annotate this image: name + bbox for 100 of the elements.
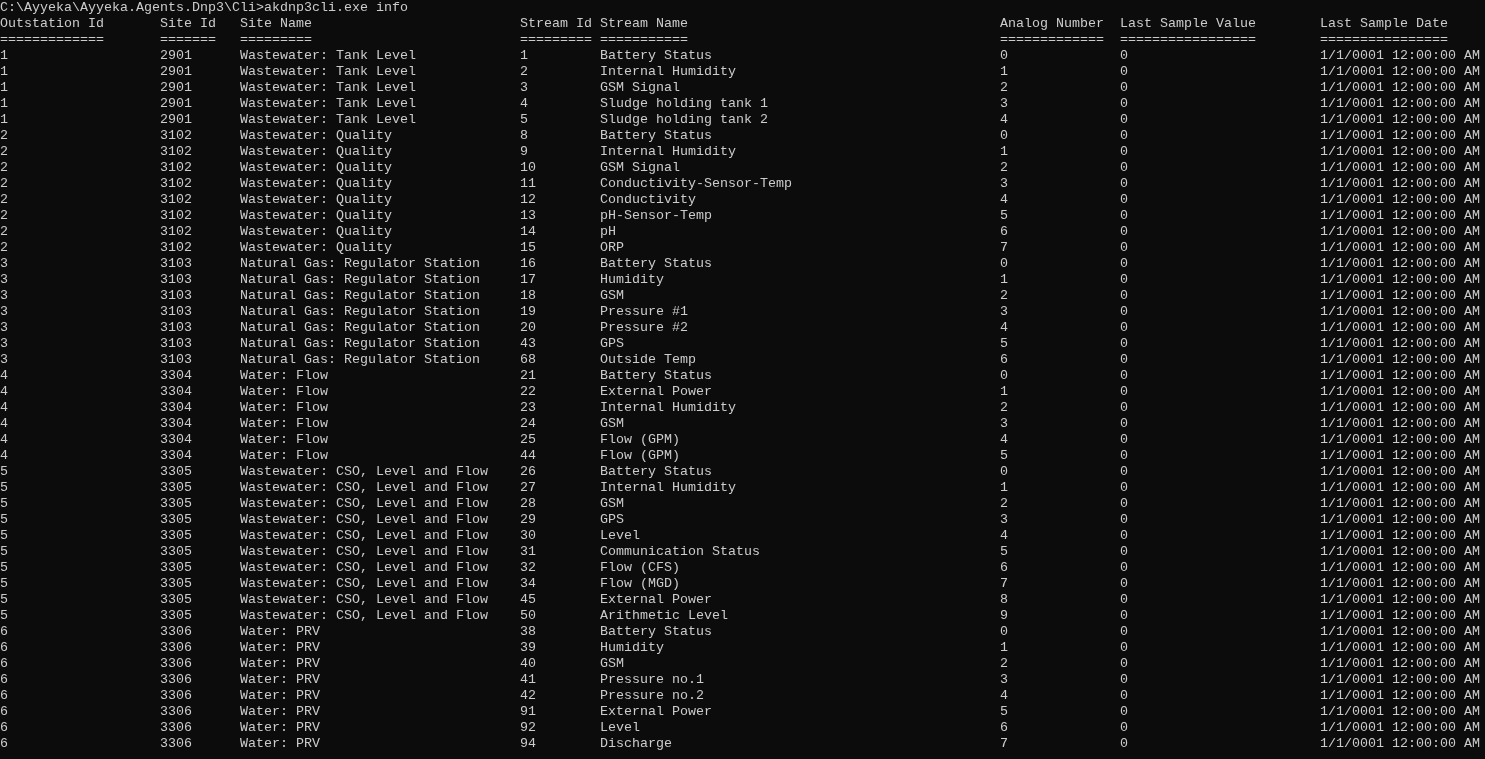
table-cell: 34 [520,576,536,591]
table-cell: 5 [1000,544,1008,559]
table-cell: 0 [1120,384,1128,399]
table-cell: Water: Flow [240,432,328,447]
table-cell: 0 [1120,624,1128,639]
table-cell: 40 [520,656,536,671]
table-cell: 7 [1000,736,1008,751]
table-cell: Conductivity-Sensor-Temp [600,176,792,191]
table-cell: 1/1/0001 12:00:00 AM [1320,320,1480,335]
table-cell: 0 [1120,560,1128,575]
table-cell: Wastewater: Quality [240,208,392,223]
table-cell: 3305 [160,608,192,623]
table-cell: 1/1/0001 12:00:00 AM [1320,224,1480,239]
table-cell: Level [600,720,640,735]
table-cell: Humidity [600,640,664,655]
table-cell: Wastewater: Tank Level [240,48,416,63]
table-cell: 1 [520,48,528,63]
table-cell: 21 [520,368,536,383]
table-cell: 1 [0,80,8,95]
table-cell: 0 [1120,144,1128,159]
table-cell: 3304 [160,416,192,431]
table-cell: 28 [520,496,536,511]
table-cell: 3 [520,80,528,95]
column-header: Stream Id [520,16,592,31]
table-cell: 2 [0,208,8,223]
table-cell: 0 [1120,576,1128,591]
table-cell: 3 [0,272,8,287]
table-cell: GSM Signal [600,160,680,175]
table-cell: 6 [0,736,8,751]
table-cell: 0 [1120,256,1128,271]
table-cell: 1 [1000,480,1008,495]
table-cell: 0 [1120,608,1128,623]
table-cell: 3306 [160,624,192,639]
table-cell: 4 [1000,112,1008,127]
table-cell: Wastewater: Quality [240,144,392,159]
table-cell: 0 [1120,480,1128,495]
table-cell: External Power [600,384,712,399]
header-underline: ========= [240,32,312,47]
table-cell: Wastewater: Quality [240,240,392,255]
table-cell: 0 [1000,128,1008,143]
table-cell: Wastewater: CSO, Level and Flow [240,576,488,591]
table-cell: 1/1/0001 12:00:00 AM [1320,384,1480,399]
table-cell: 1/1/0001 12:00:00 AM [1320,624,1480,639]
table-cell: External Power [600,592,712,607]
table-cell: Water: PRV [240,624,320,639]
table-cell: 6 [0,688,8,703]
table-cell: 0 [1120,176,1128,191]
table-cell: 0 [1120,352,1128,367]
table-cell: Pressure #2 [600,320,688,335]
table-cell: Sludge holding tank 1 [600,96,768,111]
table-cell: 3102 [160,160,192,175]
table-cell: 2 [1000,80,1008,95]
table-cell: 19 [520,304,536,319]
table-cell: Water: PRV [240,720,320,735]
table-cell: 1/1/0001 12:00:00 AM [1320,288,1480,303]
table-cell: 3304 [160,400,192,415]
table-cell: 1/1/0001 12:00:00 AM [1320,144,1480,159]
table-cell: 3 [0,352,8,367]
table-cell: 9 [520,144,528,159]
table-cell: 1/1/0001 12:00:00 AM [1320,720,1480,735]
table-cell: 1/1/0001 12:00:00 AM [1320,160,1480,175]
table-cell: Internal Humidity [600,400,736,415]
table-cell: 5 [1000,704,1008,719]
table-cell: 2 [520,64,528,79]
table-cell: 2 [0,224,8,239]
column-header: Last Sample Date [1320,16,1448,31]
table-cell: pH-Sensor-Temp [600,208,712,223]
table-cell: 1/1/0001 12:00:00 AM [1320,640,1480,655]
table-cell: 3 [1000,416,1008,431]
table-cell: Water: PRV [240,688,320,703]
table-cell: 1 [1000,64,1008,79]
table-cell: 0 [1120,320,1128,335]
table-cell: 31 [520,544,536,559]
table-cell: 2 [0,128,8,143]
table-cell: 41 [520,672,536,687]
table-cell: Outside Temp [600,352,696,367]
header-underline: ================= [1120,32,1256,47]
column-header: Outstation Id [0,16,104,31]
table-cell: 6 [0,704,8,719]
table-cell: 2 [1000,288,1008,303]
table-cell: GSM [600,416,624,431]
table-cell: 0 [1120,64,1128,79]
table-cell: 12 [520,192,536,207]
table-cell: 2 [1000,496,1008,511]
table-cell: GSM Signal [600,80,680,95]
table-cell: 1/1/0001 12:00:00 AM [1320,608,1480,623]
table-cell: 4 [1000,432,1008,447]
table-cell: 1/1/0001 12:00:00 AM [1320,528,1480,543]
table-cell: 3304 [160,448,192,463]
table-cell: 4 [0,416,8,431]
table-cell: 3306 [160,656,192,671]
table-cell: 13 [520,208,536,223]
table-cell: 2 [0,160,8,175]
table-cell: 3306 [160,720,192,735]
table-cell: 0 [1120,336,1128,351]
table-cell: 1/1/0001 12:00:00 AM [1320,480,1480,495]
table-cell: 30 [520,528,536,543]
table-cell: 3 [1000,672,1008,687]
table-cell: 3 [1000,176,1008,191]
table-cell: 3304 [160,384,192,399]
